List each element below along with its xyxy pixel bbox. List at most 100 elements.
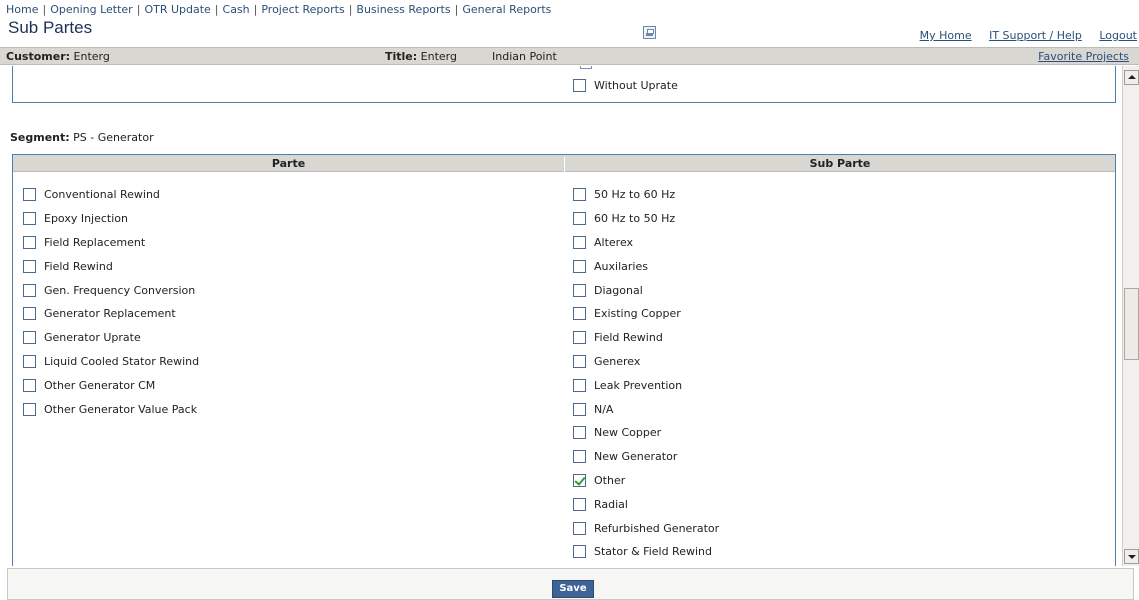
list-item[interactable]: Generator Uprate: [23, 326, 199, 350]
sub-parte-checkbox[interactable]: [573, 497, 586, 511]
sub-parte-checkbox[interactable]: [573, 521, 586, 535]
parte-checkbox[interactable]: [23, 188, 36, 202]
sub-parte-label: Field Rewind: [594, 331, 663, 345]
sub-parte-checkbox[interactable]: [573, 212, 586, 226]
sub-parte-checkbox[interactable]: [573, 450, 586, 464]
parte-selection-table: Parte Sub Parte Conventional Rewind Epoxy…: [12, 154, 1116, 566]
project-info-bar: Customer: Enterg Title: Enterg Indian Po…: [0, 47, 1139, 65]
sub-parte-list: 50 Hz to 60 Hz 60 Hz to 50 Hz Alterex Auxil…: [573, 183, 719, 564]
sub-parte-checkbox[interactable]: [573, 188, 586, 202]
it-support-link[interactable]: IT Support / Help: [989, 29, 1082, 42]
scroll-up-icon[interactable]: [1124, 70, 1139, 85]
sub-parte-checkbox[interactable]: [573, 426, 586, 440]
sub-parte-checkbox[interactable]: [573, 402, 586, 416]
my-home-link[interactable]: My Home: [920, 29, 972, 42]
parte-list: Conventional Rewind Epoxy Injection Field …: [23, 183, 199, 421]
list-item[interactable]: Other Generator Value Pack: [23, 397, 199, 421]
sub-parte-label: N/A: [594, 402, 614, 416]
segment-value: PS - Generator: [73, 131, 154, 144]
parte-checkbox[interactable]: [23, 402, 36, 416]
parte-checkbox[interactable]: [23, 307, 36, 321]
list-item[interactable]: Conventional Rewind: [23, 183, 199, 207]
scroll-down-icon[interactable]: [1124, 549, 1139, 564]
nav-business-reports[interactable]: Business Reports: [356, 3, 450, 16]
sub-parte-checkbox[interactable]: [573, 235, 586, 249]
nav-cash[interactable]: Cash: [223, 3, 250, 16]
list-item[interactable]: Other: [573, 469, 719, 493]
nav-home[interactable]: Home: [6, 3, 38, 16]
list-item[interactable]: Liquid Cooled Stator Rewind: [23, 350, 199, 374]
sub-parte-label: Generex: [594, 354, 641, 368]
parte-checkbox[interactable]: [23, 259, 36, 273]
list-item[interactable]: Auxilaries: [573, 254, 719, 278]
title-info: Title: Enterg: [385, 50, 457, 63]
top-navigation: Home | Opening Letter | OTR Update | Cash | Proj…: [6, 3, 552, 16]
vertical-scrollbar[interactable]: [1122, 66, 1139, 566]
favorite-projects-link[interactable]: Favorite Projects: [1038, 50, 1129, 63]
list-item[interactable]: New Generator: [573, 445, 719, 469]
sub-parte-checkbox[interactable]: [573, 378, 586, 392]
parte-checkbox[interactable]: [23, 283, 36, 297]
list-item[interactable]: Epoxy Injection: [23, 207, 199, 231]
list-item[interactable]: 50 Hz to 60 Hz: [573, 183, 719, 207]
parte-label: Gen. Frequency Conversion: [44, 283, 196, 297]
column-header-sub-parte: Sub Parte: [564, 157, 1115, 174]
logout-link[interactable]: Logout: [1099, 29, 1137, 42]
list-item[interactable]: Refurbished Generator: [573, 516, 719, 540]
list-item[interactable]: Leak Prevention: [573, 373, 719, 397]
list-item[interactable]: N/A: [573, 397, 719, 421]
list-item[interactable]: Field Replacement: [23, 231, 199, 255]
parte-checkbox[interactable]: [23, 331, 36, 345]
nav-opening-letter[interactable]: Opening Letter: [50, 3, 133, 16]
nav-general-reports[interactable]: General Reports: [462, 3, 551, 16]
parte-label: Other Generator Value Pack: [44, 402, 198, 416]
list-item[interactable]: Diagonal: [573, 278, 719, 302]
sub-parte-label: Leak Prevention: [594, 378, 683, 392]
sub-parte-checkbox[interactable]: [573, 283, 586, 297]
list-item[interactable]: Gen. Frequency Conversion: [23, 278, 199, 302]
sub-parte-checkbox[interactable]: [573, 307, 586, 321]
without-uprate-checkbox[interactable]: [573, 79, 586, 93]
parte-label: Field Replacement: [44, 235, 146, 249]
list-item[interactable]: New Copper: [573, 421, 719, 445]
save-button[interactable]: Save: [552, 580, 594, 598]
sub-parte-checkbox[interactable]: [573, 473, 586, 487]
list-item[interactable]: Field Rewind: [573, 326, 719, 350]
footer-bar: Save: [7, 568, 1134, 600]
parte-checkbox[interactable]: [23, 212, 36, 226]
parte-label: Generator Replacement: [44, 307, 176, 321]
sub-parte-checkbox[interactable]: [573, 545, 586, 559]
list-item[interactable]: Generex: [573, 350, 719, 374]
list-item[interactable]: Alterex: [573, 231, 719, 255]
list-item[interactable]: Radial: [573, 492, 719, 516]
header-links: My Home IT Support / Help Logout: [906, 29, 1137, 42]
nav-project-reports[interactable]: Project Reports: [261, 3, 344, 16]
parte-label: Conventional Rewind: [44, 188, 160, 202]
print-icon[interactable]: [643, 26, 656, 39]
sub-parte-label: 60 Hz to 50 Hz: [594, 212, 676, 226]
parte-checkbox[interactable]: [23, 235, 36, 249]
content-scroll-area: Without Uprate Segment: PS - Generator P…: [0, 66, 1122, 566]
sub-parte-label: Other: [594, 473, 626, 487]
parte-checkbox[interactable]: [23, 378, 36, 392]
sub-parte-label: Auxilaries: [594, 259, 648, 273]
scrollbar-thumb[interactable]: [1124, 288, 1139, 360]
parte-label: Liquid Cooled Stator Rewind: [44, 354, 200, 368]
list-item[interactable]: Field Rewind: [23, 254, 199, 278]
sub-parte-label: Radial: [594, 497, 628, 511]
sub-parte-checkbox[interactable]: [573, 259, 586, 273]
sub-parte-checkbox[interactable]: [573, 331, 586, 345]
nav-otr-update[interactable]: OTR Update: [144, 3, 210, 16]
without-uprate-label: Without Uprate: [594, 79, 678, 93]
parte-checkbox[interactable]: [23, 354, 36, 368]
list-item[interactable]: Existing Copper: [573, 302, 719, 326]
list-item[interactable]: Generator Replacement: [23, 302, 199, 326]
customer-info: Customer: Enterg: [6, 50, 110, 63]
list-item[interactable]: Other Generator CM: [23, 373, 199, 397]
list-item[interactable]: Stator & Field Rewind: [573, 540, 719, 564]
previous-segment-panel: Without Uprate: [12, 66, 1116, 103]
customer-value: Enterg: [73, 50, 110, 63]
list-item[interactable]: Without Uprate: [573, 74, 678, 98]
list-item[interactable]: 60 Hz to 50 Hz: [573, 207, 719, 231]
sub-parte-checkbox[interactable]: [573, 354, 586, 368]
